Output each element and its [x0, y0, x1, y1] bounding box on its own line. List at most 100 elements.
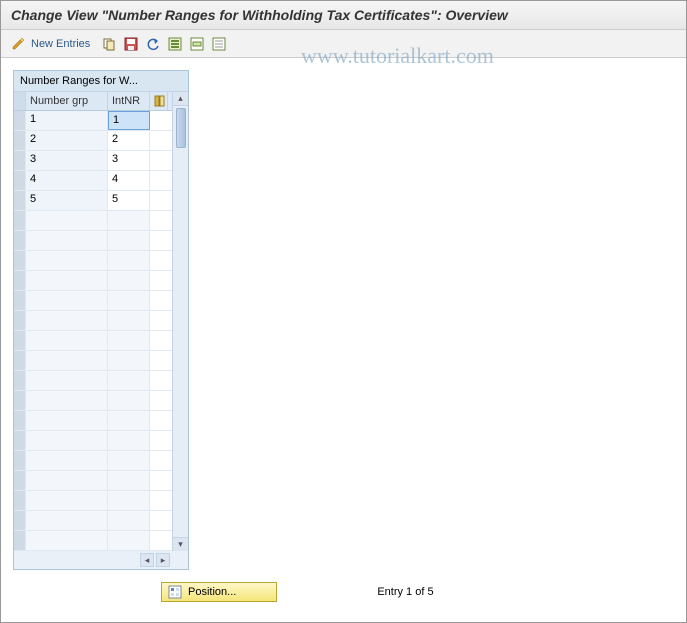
row-selector[interactable] — [14, 431, 26, 450]
cell-number-grp[interactable] — [26, 511, 108, 530]
cell-intnr[interactable] — [108, 371, 150, 390]
cell-intnr[interactable] — [108, 251, 150, 270]
select-all-icon[interactable] — [166, 35, 184, 53]
scroll-thumb[interactable] — [176, 108, 186, 148]
cell-intnr[interactable] — [108, 211, 150, 230]
cell-number-grp[interactable] — [26, 491, 108, 510]
cell-number-grp[interactable] — [26, 431, 108, 450]
table-row — [14, 491, 172, 511]
table-row — [14, 251, 172, 271]
scroll-right-icon[interactable]: ▸ — [156, 553, 170, 567]
row-selector[interactable] — [14, 531, 26, 550]
cell-intnr[interactable] — [108, 351, 150, 370]
cell-number-grp[interactable] — [26, 211, 108, 230]
row-selector[interactable] — [14, 271, 26, 290]
table-row — [14, 291, 172, 311]
table-row: 55 — [14, 191, 172, 211]
cell-intnr[interactable] — [108, 431, 150, 450]
row-selector[interactable] — [14, 311, 26, 330]
row-selector[interactable] — [14, 291, 26, 310]
cell-number-grp[interactable] — [26, 331, 108, 350]
scroll-down-icon[interactable]: ▾ — [173, 537, 188, 551]
row-selector[interactable] — [14, 471, 26, 490]
cell-number-grp[interactable] — [26, 531, 108, 550]
cell-intnr[interactable] — [108, 391, 150, 410]
table-panel: Number Ranges for W... Number grp IntNR … — [13, 70, 189, 570]
row-selector[interactable] — [14, 211, 26, 230]
new-entries-link[interactable]: New Entries — [31, 38, 90, 50]
cell-intnr[interactable] — [108, 271, 150, 290]
table-row — [14, 471, 172, 491]
position-icon — [168, 585, 182, 599]
save-icon[interactable] — [122, 35, 140, 53]
deselect-all-icon[interactable] — [210, 35, 228, 53]
table-row — [14, 371, 172, 391]
row-selector[interactable] — [14, 331, 26, 350]
position-button[interactable]: Position... — [161, 582, 277, 602]
cell-number-grp[interactable] — [26, 271, 108, 290]
row-selector[interactable] — [14, 411, 26, 430]
table-row — [14, 451, 172, 471]
row-selector[interactable] — [14, 251, 26, 270]
cell-number-grp[interactable] — [26, 471, 108, 490]
table-settings-icon[interactable] — [150, 92, 168, 110]
cell-intnr[interactable] — [108, 471, 150, 490]
table-row: 11 — [14, 111, 172, 131]
row-selector[interactable] — [14, 391, 26, 410]
cell-intnr[interactable] — [108, 531, 150, 550]
row-selector[interactable] — [14, 151, 26, 170]
horizontal-scrollbar[interactable]: ◂ ▸ — [14, 551, 188, 569]
change-icon[interactable] — [9, 35, 27, 53]
row-selector[interactable] — [14, 191, 26, 210]
cell-number-grp[interactable] — [26, 231, 108, 250]
cell-intnr[interactable] — [108, 311, 150, 330]
cell-intnr[interactable] — [108, 331, 150, 350]
cell-number-grp[interactable] — [26, 411, 108, 430]
row-selector[interactable] — [14, 231, 26, 250]
cell-intnr[interactable] — [108, 491, 150, 510]
cell-intnr[interactable]: 2 — [108, 131, 150, 150]
row-selector[interactable] — [14, 511, 26, 530]
table-row: 22 — [14, 131, 172, 151]
cell-number-grp[interactable] — [26, 371, 108, 390]
footer: Position... Entry 1 of 5 — [1, 582, 686, 602]
cell-number-grp[interactable] — [26, 291, 108, 310]
cell-number-grp[interactable] — [26, 451, 108, 470]
column-header-intnr[interactable]: IntNR — [108, 92, 150, 110]
row-selector[interactable] — [14, 371, 26, 390]
table-row: 33 — [14, 151, 172, 171]
cell-intnr[interactable] — [108, 231, 150, 250]
cell-intnr[interactable] — [108, 411, 150, 430]
copy-icon[interactable] — [100, 35, 118, 53]
cell-number-grp[interactable]: 2 — [26, 131, 108, 150]
position-button-label: Position... — [188, 586, 236, 598]
row-selector[interactable] — [14, 171, 26, 190]
cell-intnr[interactable]: 4 — [108, 171, 150, 190]
cell-number-grp[interactable]: 1 — [26, 111, 108, 130]
cell-intnr[interactable] — [108, 451, 150, 470]
scroll-left-icon[interactable]: ◂ — [140, 553, 154, 567]
row-selector[interactable] — [14, 491, 26, 510]
cell-number-grp[interactable] — [26, 351, 108, 370]
row-selector[interactable] — [14, 351, 26, 370]
cell-intnr[interactable] — [108, 291, 150, 310]
undo-icon[interactable] — [144, 35, 162, 53]
header-select-all[interactable] — [14, 92, 26, 110]
cell-number-grp[interactable] — [26, 311, 108, 330]
row-selector[interactable] — [14, 111, 26, 130]
cell-number-grp[interactable]: 4 — [26, 171, 108, 190]
cell-number-grp[interactable] — [26, 391, 108, 410]
row-selector[interactable] — [14, 451, 26, 470]
cell-intnr[interactable]: 3 — [108, 151, 150, 170]
vertical-scrollbar[interactable]: ▴ ▾ — [172, 92, 188, 551]
select-block-icon[interactable] — [188, 35, 206, 53]
cell-number-grp[interactable]: 3 — [26, 151, 108, 170]
row-selector[interactable] — [14, 131, 26, 150]
cell-intnr[interactable]: 5 — [108, 191, 150, 210]
scroll-up-icon[interactable]: ▴ — [173, 92, 188, 106]
cell-number-grp[interactable] — [26, 251, 108, 270]
column-header-number-grp[interactable]: Number grp — [26, 92, 108, 110]
cell-intnr[interactable] — [108, 511, 150, 530]
cell-intnr[interactable]: 1 — [108, 111, 150, 130]
cell-number-grp[interactable]: 5 — [26, 191, 108, 210]
